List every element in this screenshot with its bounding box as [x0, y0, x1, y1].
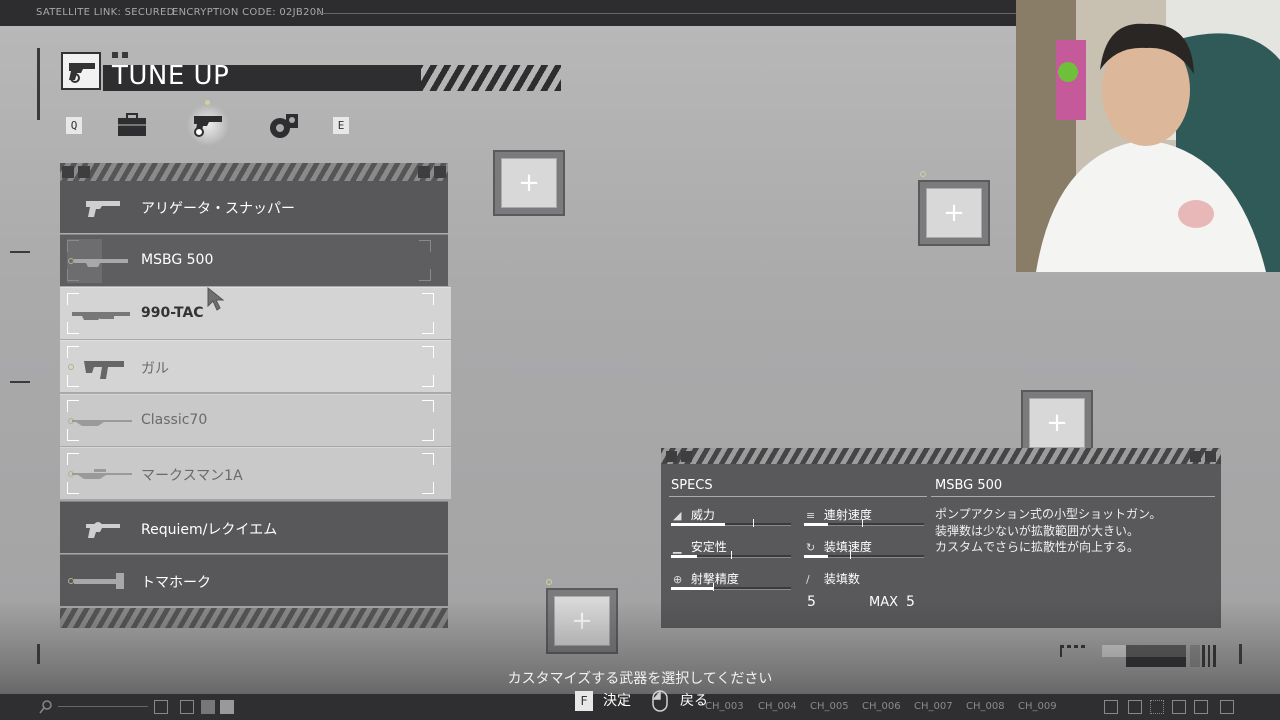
- pump-shotgun-icon: [72, 312, 130, 320]
- revolver-icon: [86, 522, 120, 538]
- weapon-label: Requiem/レクイエム: [141, 522, 278, 538]
- briefcase-icon[interactable]: [114, 108, 150, 142]
- slot-indicator-dot: [546, 579, 552, 585]
- frame-tick: [10, 251, 30, 253]
- attachment-slot[interactable]: +: [918, 180, 990, 246]
- channel-label: CH_008: [966, 701, 1005, 712]
- mouse-cursor-icon: [207, 286, 225, 311]
- marksman-rifle-icon: [72, 469, 132, 479]
- list-header-decoration: [60, 163, 448, 181]
- weapon-row-selected[interactable]: 990-TAC: [60, 287, 451, 339]
- add-slot-icon: +: [518, 168, 540, 198]
- weapon-label: アリゲータ・スナッパー: [141, 201, 295, 217]
- weapon-row[interactable]: Classic70: [60, 394, 451, 446]
- stability-icon: ▁: [673, 541, 682, 554]
- attachment-slot[interactable]: +: [1021, 390, 1093, 456]
- webcam-overlay: [1016, 0, 1280, 272]
- divider: [669, 496, 927, 497]
- specs-weapon-name: MSBG 500: [935, 478, 1003, 493]
- weapon-label: MSBG 500: [141, 252, 214, 268]
- shotgun-icon: [74, 259, 128, 267]
- weapon-label: Classic70: [141, 412, 208, 428]
- square-icon[interactable]: [220, 700, 234, 714]
- confirm-key: F: [575, 691, 593, 711]
- chart-icon[interactable]: [180, 700, 194, 714]
- channel-label: CH_004: [758, 701, 797, 712]
- channel-label: CH_007: [914, 701, 953, 712]
- encryption-code: ENCRYPTION CODE: 02JB20N: [172, 7, 325, 18]
- slot-indicator-dot: [920, 171, 926, 177]
- weapon-label: ガル: [141, 361, 169, 377]
- channel-label: CH_005: [810, 701, 849, 712]
- weapon-description: ポンプアクション式の小型ショットガン。 装弾数は少ないが拡散範囲が大きい。 カス…: [935, 507, 1162, 554]
- smg-icon: [84, 361, 124, 379]
- stat-bar-reload-speed: [804, 551, 924, 559]
- stat-bar-power: [671, 519, 791, 527]
- next-category-key[interactable]: E: [333, 117, 349, 134]
- title-decoration: [112, 52, 132, 60]
- page-title: TUNE UP: [112, 61, 230, 91]
- map-icon[interactable]: [154, 700, 168, 714]
- stat-stability: ▁ 安定性: [673, 540, 727, 554]
- satellite-status: SATELLITE LINK: SECURED: [36, 7, 175, 18]
- stat-capacity: / 装填数: [806, 572, 860, 586]
- stat-reload-speed: ↻ 装填速度: [806, 540, 872, 554]
- document-icon[interactable]: [1172, 700, 1186, 714]
- capacity-icon: /: [806, 573, 810, 586]
- frame-tick: [10, 381, 30, 383]
- weapon-label: マークスマン1A: [141, 468, 243, 484]
- title-hatch-decoration: [421, 65, 561, 91]
- box-icon[interactable]: [1128, 700, 1142, 714]
- stat-bar-stability: [671, 551, 791, 559]
- weapon-label: トマホーク: [141, 575, 211, 591]
- confirm-button[interactable]: F 決定: [575, 690, 631, 712]
- specs-hatch-decoration: [661, 448, 1221, 464]
- weapon-row[interactable]: MSBG 500: [60, 234, 448, 286]
- handgun-gear-icon[interactable]: [190, 108, 226, 142]
- accuracy-icon: ⊕: [673, 573, 683, 586]
- channel-label: CH_009: [1018, 701, 1057, 712]
- divider: [931, 496, 1215, 497]
- weapon-row[interactable]: Requiem/レクイエム: [60, 501, 448, 553]
- add-slot-icon: +: [943, 198, 965, 228]
- search-icon[interactable]: [38, 699, 54, 715]
- bottom-bar: [0, 694, 1280, 720]
- add-slot-icon: +: [1046, 408, 1068, 438]
- power-icon: ◢: [673, 509, 682, 522]
- specs-heading: SPECS: [671, 478, 713, 493]
- fire-rate-icon: ≡: [806, 509, 816, 522]
- weapon-row[interactable]: ガル: [60, 340, 451, 392]
- back-button[interactable]: 戻る: [652, 690, 708, 712]
- channel-label: CH_006: [862, 701, 901, 712]
- stat-bar-fire-rate: [804, 519, 924, 527]
- pistol-icon: [86, 201, 120, 217]
- grid-icon[interactable]: [201, 700, 215, 714]
- stat-accuracy: ⊕ 射撃精度: [673, 572, 739, 586]
- weapon-row[interactable]: トマホーク: [60, 554, 448, 606]
- weapon-label: 990-TAC: [141, 305, 204, 321]
- prev-category-key[interactable]: Q: [66, 117, 82, 134]
- weapon-row[interactable]: アリゲータ・スナッパー: [60, 181, 448, 233]
- selected-indicator-dot: [205, 100, 210, 105]
- attachment-slot[interactable]: +: [493, 150, 565, 216]
- heavy-weapon-icon: [74, 573, 124, 589]
- rifle-icon: [72, 420, 132, 426]
- channel-label: CH_003: [705, 701, 744, 712]
- gear-cluster-icon[interactable]: [266, 108, 302, 142]
- mouse-icon: [652, 690, 668, 712]
- trash-icon[interactable]: [1194, 700, 1208, 714]
- instruction-text: カスタマイズする武器を選択してください: [507, 671, 773, 687]
- weapon-row[interactable]: マークスマン1A: [60, 447, 451, 499]
- frame-guide-top: [37, 48, 40, 120]
- reload-speed-icon: ↻: [806, 541, 816, 554]
- stat-bar-accuracy: [671, 583, 791, 591]
- confirm-label: 決定: [603, 693, 631, 709]
- cube-icon[interactable]: [1104, 700, 1118, 714]
- back-label: 戻る: [680, 693, 708, 709]
- grid-dots-icon[interactable]: [1150, 700, 1164, 714]
- stat-power: ◢ 威力: [673, 508, 715, 522]
- tune-up-icon: [61, 52, 101, 90]
- status-bar: SATELLITE LINK: SECURED ENCRYPTION CODE:…: [0, 0, 1016, 26]
- file-icon[interactable]: [1220, 700, 1234, 714]
